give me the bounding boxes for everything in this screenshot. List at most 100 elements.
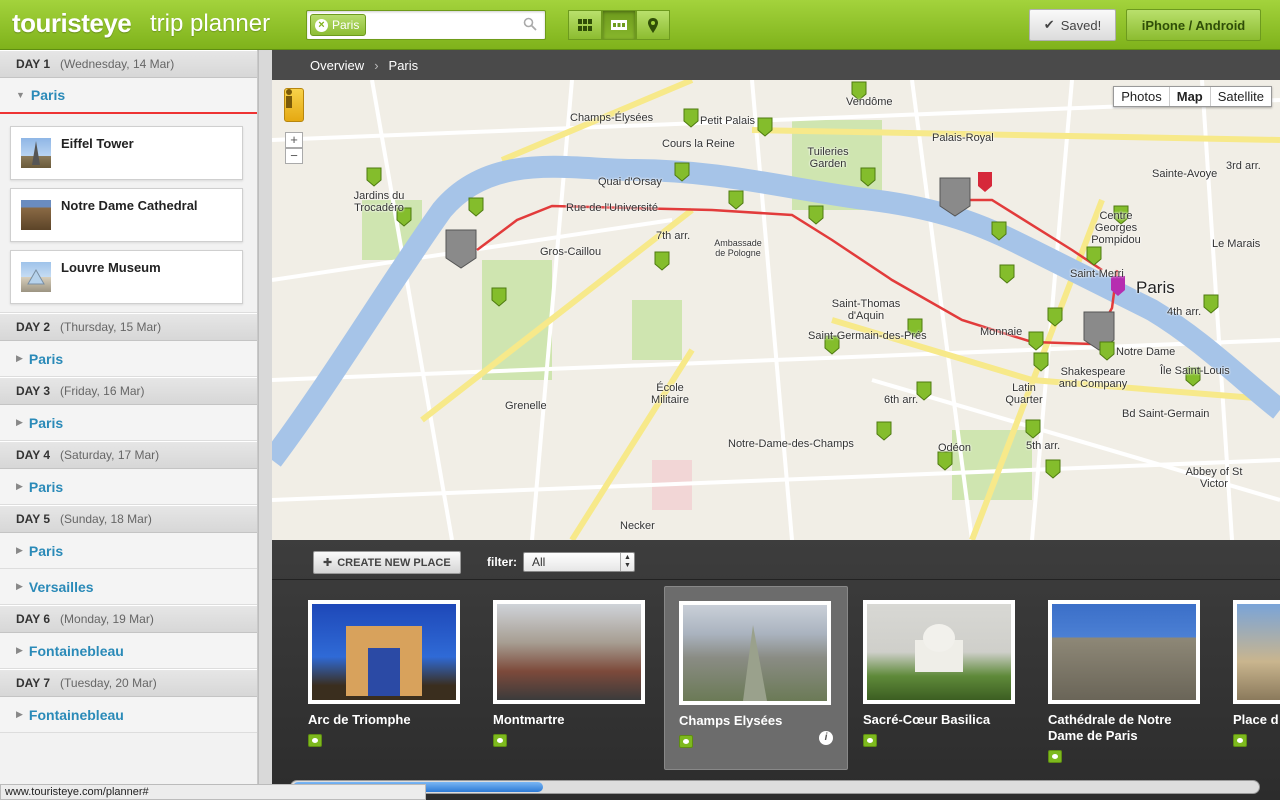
filmstrip-icon — [611, 20, 627, 30]
day-date: (Sunday, 18 Mar) — [60, 512, 152, 526]
map-label: Île Saint-Louis — [1160, 365, 1230, 377]
filter-value: All — [532, 555, 546, 569]
map-label: Monnaie — [980, 326, 1023, 338]
eye-icon[interactable] — [679, 735, 693, 748]
day-label: DAY 3 — [16, 384, 51, 398]
map-pin-icon — [648, 17, 658, 33]
satellite-button[interactable]: Satellite — [1209, 87, 1271, 106]
day-header[interactable]: DAY 5 (Sunday, 18 Mar) — [0, 505, 257, 533]
place-card[interactable]: Place d — [1219, 586, 1280, 770]
place-card[interactable]: Montmartre — [479, 586, 663, 770]
place-card[interactable]: Notre Dame Cathedral — [10, 188, 243, 242]
day-label: DAY 6 — [16, 612, 51, 626]
logo[interactable]: touristeye — [12, 8, 132, 39]
map-label: Abbey of St Victor — [1185, 466, 1243, 490]
map-button[interactable]: Map — [1168, 87, 1210, 106]
app-subtitle: trip planner — [150, 10, 271, 37]
day-date: (Tuesday, 20 Mar) — [60, 676, 157, 690]
day-date: (Monday, 19 Mar) — [60, 612, 154, 626]
place-photo — [1048, 600, 1200, 704]
city-row-paris[interactable]: ▼ Paris — [0, 78, 257, 114]
grid-view-button[interactable] — [568, 10, 602, 40]
map-label: Saint-Thomas d'Aquin — [831, 298, 901, 322]
city-row-paris[interactable]: ▶ Paris — [0, 533, 257, 569]
place-card[interactable]: Cathédrale de Notre Dame de Paris — [1034, 586, 1218, 770]
city-row-versailles[interactable]: ▶ Versailles — [0, 569, 257, 605]
city-row-fontainebleau[interactable]: ▶ Fontainebleau — [0, 697, 257, 733]
map-label: Necker — [620, 520, 655, 532]
map-label: Petit Palais — [700, 115, 756, 127]
map-label: Latin Quarter — [1005, 382, 1043, 406]
day-header[interactable]: DAY 4 (Saturday, 17 Mar) — [0, 441, 257, 469]
triangle-right-icon: ▶ — [16, 417, 23, 427]
map-label: Bd Saint-Germain — [1122, 408, 1210, 420]
place-card[interactable]: Eiffel Tower — [10, 126, 243, 180]
places-toolbar: ✚ CREATE NEW PLACE filter: All ▲ ▼ — [272, 540, 1280, 580]
city-row-paris[interactable]: ▶ Paris — [0, 341, 257, 377]
day-label: DAY 4 — [16, 448, 51, 462]
triangle-right-icon: ▶ — [16, 709, 23, 719]
pegman-icon[interactable] — [284, 88, 304, 122]
cards-scrollbar[interactable] — [290, 780, 1260, 794]
filmstrip-view-button[interactable] — [602, 10, 636, 40]
saved-button[interactable]: ✔ Saved! — [1029, 9, 1116, 41]
map-label: Palais-Royal — [932, 132, 994, 144]
map-label: Odéon — [938, 442, 972, 454]
day-header[interactable]: DAY 1 (Wednesday, 14 Mar) — [0, 50, 257, 78]
place-title: Sacré-Cœur Basilica — [863, 712, 991, 727]
day-label: DAY 2 — [16, 320, 51, 334]
map-label: Centre Georges Pompidou — [1091, 210, 1141, 246]
places-panel: ✚ CREATE NEW PLACE filter: All ▲ ▼ Arc de… — [272, 540, 1280, 800]
place-title: Arc de Triomphe — [308, 712, 411, 727]
search-icon[interactable] — [523, 17, 537, 31]
breadcrumb-paris[interactable]: Paris — [389, 58, 419, 73]
day-date: (Saturday, 17 Mar) — [60, 448, 160, 462]
day-header[interactable]: DAY 6 (Monday, 19 Mar) — [0, 605, 257, 633]
map-label: École Militaire — [651, 382, 689, 406]
map-view-button[interactable] — [636, 10, 670, 40]
map-label: Shakespeare and Company — [1058, 366, 1128, 390]
search-input[interactable]: × Paris — [306, 10, 546, 40]
map-label: Champs-Élysées — [570, 112, 654, 124]
map-view[interactable]: Paris Champs-Élysées Petit Palais Tuiler… — [272, 80, 1280, 540]
saved-label: Saved! — [1060, 17, 1102, 33]
day-header[interactable]: DAY 3 (Friday, 16 Mar) — [0, 377, 257, 405]
map-label: 5th arr. — [1026, 440, 1061, 452]
city-row-fontainebleau[interactable]: ▶ Fontainebleau — [0, 633, 257, 669]
place-card[interactable]: Sacré-Cœur Basilica — [849, 586, 1033, 770]
map-label: Saint-Merri — [1070, 268, 1124, 280]
search-chip[interactable]: × Paris — [310, 14, 367, 36]
day-header[interactable]: DAY 2 (Thursday, 15 Mar) — [0, 313, 257, 341]
city-row-paris[interactable]: ▶ Paris — [0, 405, 257, 441]
day-label: DAY 5 — [16, 512, 51, 526]
city-row-paris[interactable]: ▶ Paris — [0, 469, 257, 505]
create-place-button[interactable]: ✚ CREATE NEW PLACE — [313, 551, 461, 574]
mobile-app-button[interactable]: iPhone / Android — [1126, 9, 1261, 41]
eye-icon[interactable] — [308, 734, 322, 747]
eye-icon[interactable] — [493, 734, 507, 747]
map-canvas[interactable] — [272, 80, 1280, 540]
eye-icon[interactable] — [863, 734, 877, 747]
info-icon[interactable]: i — [819, 731, 833, 745]
place-card-selected[interactable]: Champs Elysées i — [664, 586, 848, 770]
zoom-out-button[interactable]: − — [285, 148, 303, 164]
eye-icon[interactable] — [1233, 734, 1247, 747]
place-card[interactable]: Arc de Triomphe — [294, 586, 478, 770]
close-icon[interactable]: × — [315, 18, 328, 32]
zoom-in-button[interactable]: + — [285, 132, 303, 148]
filter-select[interactable]: All ▲ ▼ — [523, 552, 635, 572]
breadcrumb: Overview › Paris — [272, 50, 1280, 80]
place-card[interactable]: Louvre Museum — [10, 250, 243, 304]
place-thumbnail — [21, 138, 51, 168]
breadcrumb-overview[interactable]: Overview — [310, 58, 364, 73]
eye-icon[interactable] — [1048, 750, 1062, 763]
sidebar-scrollbar[interactable] — [258, 50, 272, 800]
map-label: Jardins du Trocadéro — [353, 190, 405, 214]
triangle-right-icon: ▶ — [16, 353, 23, 363]
photos-button[interactable]: Photos — [1114, 87, 1168, 106]
day-header[interactable]: DAY 7 (Tuesday, 20 Mar) — [0, 669, 257, 697]
map-label: Cours la Reine — [662, 138, 735, 150]
city-name: Paris — [28, 542, 64, 559]
select-arrows-icon: ▲ ▼ — [620, 553, 634, 571]
map-label-paris: Paris — [1136, 278, 1175, 297]
